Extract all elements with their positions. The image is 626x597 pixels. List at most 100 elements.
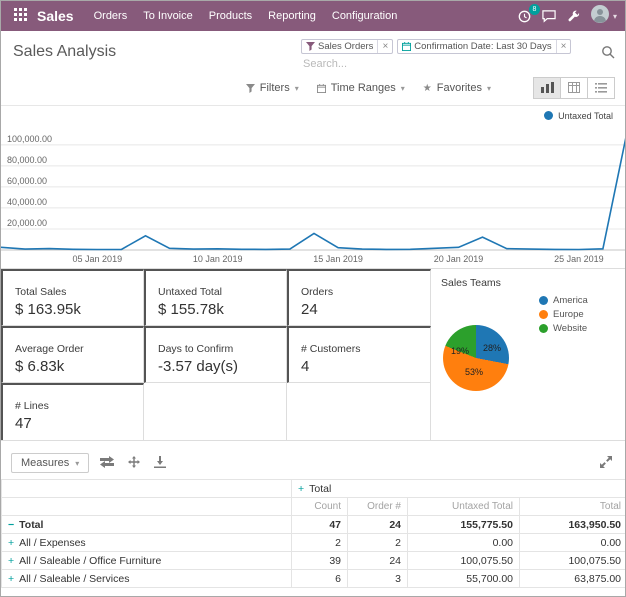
time-ranges-dropdown[interactable]: Time Ranges ▾ bbox=[308, 79, 414, 97]
kpi-days-to-confirm[interactable]: Days to Confirm -3.57 day(s) bbox=[144, 326, 287, 383]
search-input[interactable] bbox=[301, 56, 593, 72]
debug-wrench-icon[interactable] bbox=[567, 10, 580, 23]
pivot-cell: 2 bbox=[348, 534, 408, 552]
measures-label: Measures bbox=[21, 457, 69, 469]
expand-icon[interactable]: + bbox=[8, 537, 14, 549]
graph-view-button[interactable] bbox=[533, 77, 561, 99]
pivot-cell: 0.00 bbox=[520, 534, 626, 552]
legend-item: America bbox=[539, 295, 588, 306]
apps-grid-icon bbox=[14, 8, 27, 24]
pivot-row-header[interactable]: +All / Saleable / Office Furniture bbox=[2, 552, 292, 570]
systray: 8 ▾ bbox=[518, 5, 617, 28]
measure-header[interactable]: Total bbox=[520, 498, 626, 516]
pivot-row-header[interactable]: +All / Expenses bbox=[2, 534, 292, 552]
legend-dot bbox=[539, 296, 548, 305]
line-chart: 20,000.0040,000.0060,000.0080,000.00100,… bbox=[1, 122, 626, 268]
kpi-value: -3.57 day(s) bbox=[158, 358, 286, 375]
activities-icon[interactable]: 8 bbox=[518, 10, 531, 23]
legend-item: Website bbox=[539, 323, 588, 334]
measures-dropdown[interactable]: Measures ▾ bbox=[11, 453, 89, 473]
app-brand[interactable]: Sales bbox=[37, 8, 74, 24]
kpi-lines[interactable]: # Lines 47 bbox=[1, 383, 144, 440]
pivot-row-header[interactable]: −Total bbox=[2, 516, 292, 534]
favorites-dropdown[interactable]: ★ Favorites ▾ bbox=[414, 79, 500, 97]
measure-header[interactable]: Untaxed Total bbox=[408, 498, 520, 516]
kpi-label: # Customers bbox=[301, 343, 430, 355]
svg-text:25 Jan 2019: 25 Jan 2019 bbox=[554, 254, 604, 264]
expand-icon[interactable]: + bbox=[8, 573, 14, 585]
pivot-cell: 24 bbox=[348, 552, 408, 570]
kpi-untaxed-total[interactable]: Untaxed Total $ 155.78k bbox=[144, 269, 287, 326]
apps-menu-button[interactable] bbox=[7, 1, 33, 31]
time-ranges-label: Time Ranges bbox=[331, 82, 396, 94]
kpi-customers[interactable]: # Customers 4 bbox=[287, 326, 431, 383]
menu-configuration[interactable]: Configuration bbox=[324, 1, 405, 31]
flip-axis-icon bbox=[100, 456, 114, 471]
expand-icon[interactable]: + bbox=[298, 483, 304, 495]
pivot-column-total-header[interactable]: + Total bbox=[292, 480, 626, 498]
sales-teams-panel: Sales Teams 28% 53% 19% America Europe W… bbox=[431, 269, 625, 440]
column-group-label: Total bbox=[309, 483, 331, 495]
legend-label: America bbox=[553, 295, 588, 306]
control-panel: Sales Analysis Sales Orders × Confirmati… bbox=[1, 31, 625, 74]
measure-header[interactable]: Count bbox=[292, 498, 348, 516]
list-view-button[interactable] bbox=[587, 77, 615, 99]
pivot-corner-cell bbox=[2, 480, 292, 498]
legend-label: Website bbox=[553, 323, 587, 334]
menu-orders[interactable]: Orders bbox=[86, 1, 136, 31]
kpi-value: 4 bbox=[301, 358, 430, 375]
collapse-icon[interactable]: − bbox=[8, 519, 14, 531]
kpi-label: Orders bbox=[301, 286, 430, 298]
pivot-row-header[interactable]: +All / Saleable / Services bbox=[2, 570, 292, 588]
search-facet-confirmation-date[interactable]: Confirmation Date: Last 30 Days × bbox=[397, 39, 571, 54]
svg-text:40,000.00: 40,000.00 bbox=[7, 197, 47, 207]
search-icon[interactable] bbox=[601, 45, 615, 59]
search-facets: Sales Orders × Confirmation Date: Last 3… bbox=[301, 39, 593, 54]
kpi-empty-cell bbox=[144, 383, 287, 440]
pivot-cell: 2 bbox=[292, 534, 348, 552]
menu-reporting[interactable]: Reporting bbox=[260, 1, 324, 31]
top-navbar: Sales Orders To Invoice Products Reporti… bbox=[1, 1, 625, 31]
pivot-cell: 39 bbox=[292, 552, 348, 570]
kpi-average-order[interactable]: Average Order $ 6.83k bbox=[1, 326, 144, 383]
pivot-cell: 3 bbox=[348, 570, 408, 588]
messages-icon[interactable] bbox=[542, 10, 556, 23]
menu-to-invoice[interactable]: To Invoice bbox=[135, 1, 201, 31]
download-button[interactable] bbox=[151, 454, 169, 473]
search-view: Sales Orders × Confirmation Date: Last 3… bbox=[301, 39, 593, 72]
pivot-corner-cell bbox=[2, 498, 292, 516]
legend-item: Europe bbox=[539, 309, 588, 320]
kpi-orders[interactable]: Orders 24 bbox=[287, 269, 431, 326]
pivot-cell: 55,700.00 bbox=[408, 570, 520, 588]
menu-products[interactable]: Products bbox=[201, 1, 260, 31]
filter-icon bbox=[302, 40, 318, 53]
expand-all-button[interactable] bbox=[125, 454, 143, 473]
download-icon bbox=[154, 456, 166, 471]
kpi-total-sales[interactable]: Total Sales $ 163.95k bbox=[1, 269, 144, 326]
funnel-icon bbox=[246, 84, 255, 93]
search-facet-sales-orders[interactable]: Sales Orders × bbox=[301, 39, 393, 54]
svg-text:60,000.00: 60,000.00 bbox=[7, 176, 47, 186]
expand-pivot-button[interactable] bbox=[597, 454, 615, 473]
kpi-dashboard: Total Sales $ 163.95k Untaxed Total $ 15… bbox=[1, 268, 625, 441]
facet-remove-icon[interactable]: × bbox=[556, 40, 571, 53]
kpi-value: $ 163.95k bbox=[15, 301, 143, 318]
app-window: Sales Orders To Invoice Products Reporti… bbox=[0, 0, 626, 597]
chart-legend: Untaxed Total bbox=[1, 109, 625, 122]
facet-label: Confirmation Date: Last 30 Days bbox=[414, 40, 555, 53]
kpi-value: 24 bbox=[301, 301, 430, 318]
pivot-row: +All / Saleable / Office Furniture392410… bbox=[2, 552, 626, 570]
filters-dropdown[interactable]: Filters ▾ bbox=[237, 79, 308, 97]
facet-remove-icon[interactable]: × bbox=[377, 40, 392, 53]
measure-header[interactable]: Order # bbox=[348, 498, 408, 516]
pivot-cell: 0.00 bbox=[408, 534, 520, 552]
pie-slice-label: 28% bbox=[483, 343, 501, 353]
legend-dot bbox=[539, 310, 548, 319]
sales-teams-pie-chart[interactable]: 28% 53% 19% bbox=[443, 325, 509, 391]
expand-icon[interactable]: + bbox=[8, 555, 14, 567]
user-menu[interactable]: ▾ bbox=[591, 5, 617, 28]
flip-axis-button[interactable] bbox=[97, 454, 117, 473]
pivot-view-button[interactable] bbox=[560, 77, 588, 99]
kpi-value: 47 bbox=[15, 415, 143, 432]
pie-slice-label: 53% bbox=[465, 367, 483, 377]
